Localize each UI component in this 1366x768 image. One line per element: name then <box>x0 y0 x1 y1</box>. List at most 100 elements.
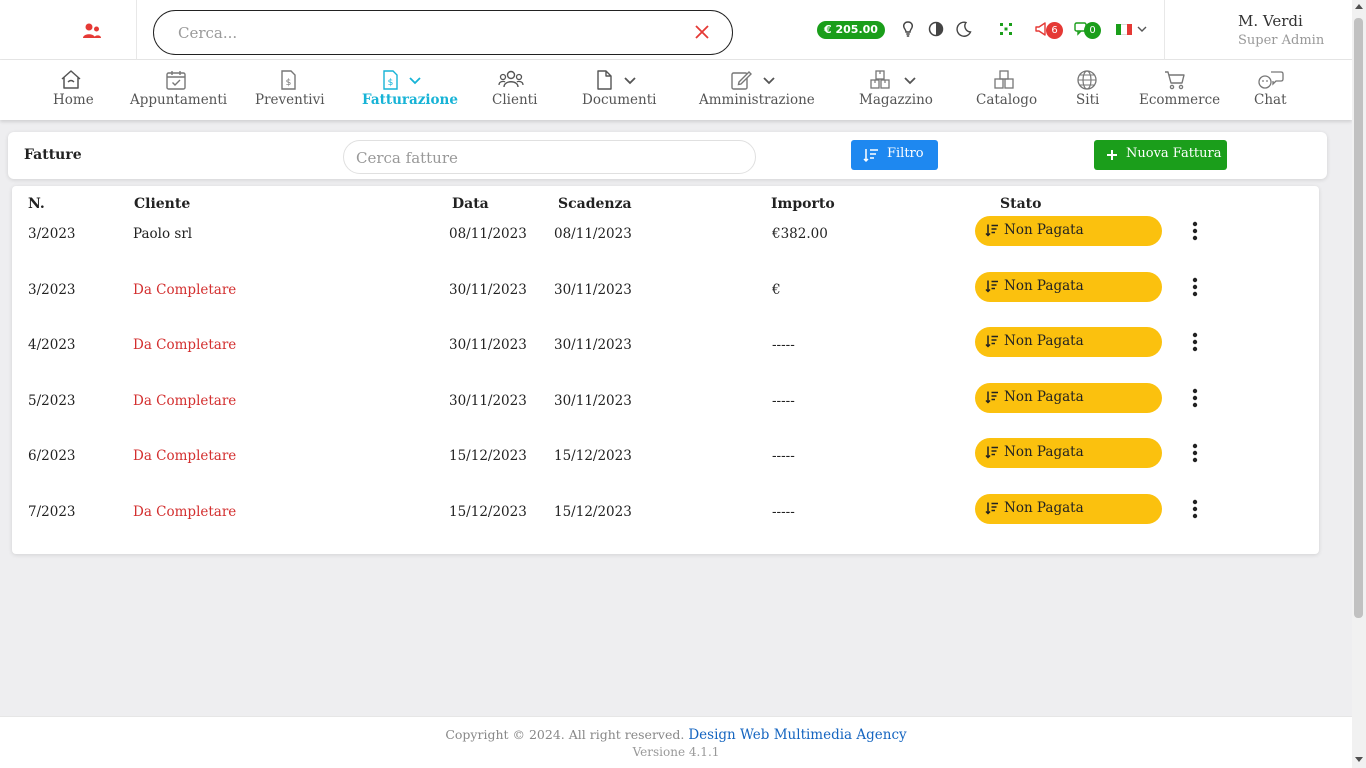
cart-icon <box>1165 71 1185 90</box>
invoice-due-date: 15/12/2023 <box>554 448 632 465</box>
status-badge[interactable]: Non Pagata <box>975 327 1162 358</box>
column-header-date[interactable]: Data <box>452 196 489 212</box>
top-bar: € 205.00 6 0 M. Verdi Super Admin <box>0 0 1352 60</box>
invoice-due-date: 30/11/2023 <box>554 337 632 354</box>
nav-item-magazzino[interactable]: Magazzino <box>858 60 933 120</box>
nav-label: Catalogo <box>976 92 1038 108</box>
nav-label: Documenti <box>582 92 657 108</box>
chevron-down-icon <box>409 77 421 85</box>
chevron-down-icon[interactable] <box>1136 23 1148 35</box>
table-row[interactable]: 7/2023 Da Completare 15/12/2023 15/12/2023 -… <box>12 494 1319 559</box>
main-nav: Home Appuntamenti $ Preventivi $ Fattura… <box>0 60 1352 120</box>
nav-item-home[interactable]: Home <box>53 60 94 120</box>
nav-item-clienti[interactable]: Clienti <box>491 60 541 120</box>
client-name[interactable]: Da Completare <box>133 337 236 353</box>
nav-label: Ecommerce <box>1139 92 1221 108</box>
scroll-down-arrow-icon[interactable] <box>1355 757 1363 762</box>
page-scrollbar[interactable] <box>1352 0 1366 768</box>
invoice-number: 3/2023 <box>28 281 76 298</box>
chevron-down-icon <box>904 77 916 85</box>
credit-badge[interactable]: € 205.00 <box>817 21 885 39</box>
invoice-amount: ----- <box>772 504 795 520</box>
status-label: Non Pagata <box>1004 444 1084 461</box>
sort-icon <box>985 502 998 515</box>
client-name[interactable]: Paolo srl <box>133 226 192 242</box>
nav-item-preventivi[interactable]: $ Preventivi <box>255 60 325 120</box>
user-name[interactable]: M. Verdi <box>1238 12 1303 30</box>
more-options-icon[interactable] <box>1188 441 1202 465</box>
plus-icon <box>1107 150 1117 160</box>
more-options-icon[interactable] <box>1188 275 1202 299</box>
agency-link[interactable]: Design Web Multimedia Agency <box>688 727 906 743</box>
moon-icon[interactable] <box>955 20 973 38</box>
globe-icon <box>1077 70 1097 90</box>
lightbulb-icon[interactable] <box>899 20 917 38</box>
copyright-text: Copyright © 2024. All right reserved. <box>445 727 685 742</box>
column-header-number[interactable]: N. <box>28 196 45 212</box>
scroll-up-arrow-icon[interactable] <box>1355 4 1363 9</box>
users-icon[interactable] <box>82 22 102 40</box>
close-icon[interactable] <box>694 24 710 40</box>
nav-label: Home <box>53 92 94 108</box>
invoice-amount: € <box>772 281 781 298</box>
nav-item-appuntamenti[interactable]: Appuntamenti <box>130 60 228 120</box>
footer-copyright: Copyright © 2024. All right reserved. De… <box>0 727 1352 743</box>
new-invoice-label: Nuova Fattura <box>1126 146 1222 161</box>
invoice-number: 4/2023 <box>28 337 76 354</box>
status-label: Non Pagata <box>1004 500 1084 516</box>
column-header-status[interactable]: Stato <box>1000 196 1041 212</box>
nav-item-ecommerce[interactable]: Ecommerce <box>1139 60 1220 120</box>
app-version: Versione 4.1.1 <box>632 745 720 759</box>
nav-label: Siti <box>1076 92 1100 108</box>
filter-label: Filtro <box>887 146 924 161</box>
filter-button[interactable]: Filtro <box>851 140 938 170</box>
global-search-input[interactable] <box>178 21 678 45</box>
svg-text:$: $ <box>388 78 394 88</box>
status-badge[interactable]: Non Pagata <box>975 438 1162 469</box>
client-name[interactable]: Da Completare <box>133 448 236 464</box>
sort-icon <box>985 224 998 237</box>
client-name[interactable]: Da Completare <box>133 504 236 520</box>
status-label: Non Pagata <box>1004 277 1084 294</box>
column-header-due[interactable]: Scadenza <box>558 196 632 212</box>
nav-item-fatturazione[interactable]: $ Fatturazione <box>362 60 458 120</box>
invoice-date: 30/11/2023 <box>449 281 527 298</box>
invoice-search-input[interactable] <box>356 148 736 168</box>
column-header-client[interactable]: Cliente <box>134 196 190 212</box>
invoices-table: N. Cliente Data Scadenza Importo Stato 3… <box>12 186 1319 554</box>
chevron-down-icon <box>763 77 775 85</box>
scroll-thumb[interactable] <box>1354 18 1363 618</box>
status-badge[interactable]: Non Pagata <box>975 494 1162 524</box>
status-badge[interactable]: Non Pagata <box>975 382 1162 413</box>
client-name[interactable]: Da Completare <box>133 393 236 409</box>
apps-grid-icon[interactable] <box>997 20 1015 38</box>
home-icon <box>61 70 81 89</box>
status-badge[interactable]: Non Pagata <box>975 271 1162 302</box>
messages-count: 0 <box>1084 22 1101 39</box>
quote-doc-icon: $ <box>281 70 296 90</box>
nav-item-catalogo[interactable]: Catalogo <box>976 60 1038 120</box>
more-options-icon[interactable] <box>1188 219 1202 243</box>
invoice-amount: ----- <box>772 337 795 354</box>
column-header-amount[interactable]: Importo <box>771 196 835 212</box>
boxes-icon <box>870 70 890 89</box>
nav-item-documenti[interactable]: Documenti <box>582 60 657 120</box>
more-options-icon[interactable] <box>1188 497 1202 521</box>
nav-item-siti[interactable]: Siti <box>1075 60 1100 120</box>
nav-item-chat[interactable]: Chat <box>1254 60 1287 120</box>
sort-icon <box>985 391 998 404</box>
page-title: Fatture <box>24 147 82 163</box>
nav-label: Preventivi <box>255 92 325 108</box>
more-options-icon[interactable] <box>1188 386 1202 410</box>
more-options-icon[interactable] <box>1188 330 1202 354</box>
status-badge[interactable]: Non Pagata <box>975 216 1162 246</box>
nav-label: Appuntamenti <box>130 92 228 108</box>
client-name[interactable]: Da Completare <box>133 282 236 298</box>
nav-label: Amministrazione <box>699 92 815 108</box>
nav-label: Magazzino <box>859 92 933 108</box>
new-invoice-button[interactable]: Nuova Fattura <box>1094 140 1227 170</box>
nav-item-amministrazione[interactable]: Amministrazione <box>699 60 815 120</box>
contrast-icon[interactable] <box>927 20 945 38</box>
invoices-toolbar: Fatture Filtro Nuova Fattura <box>8 132 1327 179</box>
italy-flag-icon[interactable] <box>1116 24 1132 35</box>
